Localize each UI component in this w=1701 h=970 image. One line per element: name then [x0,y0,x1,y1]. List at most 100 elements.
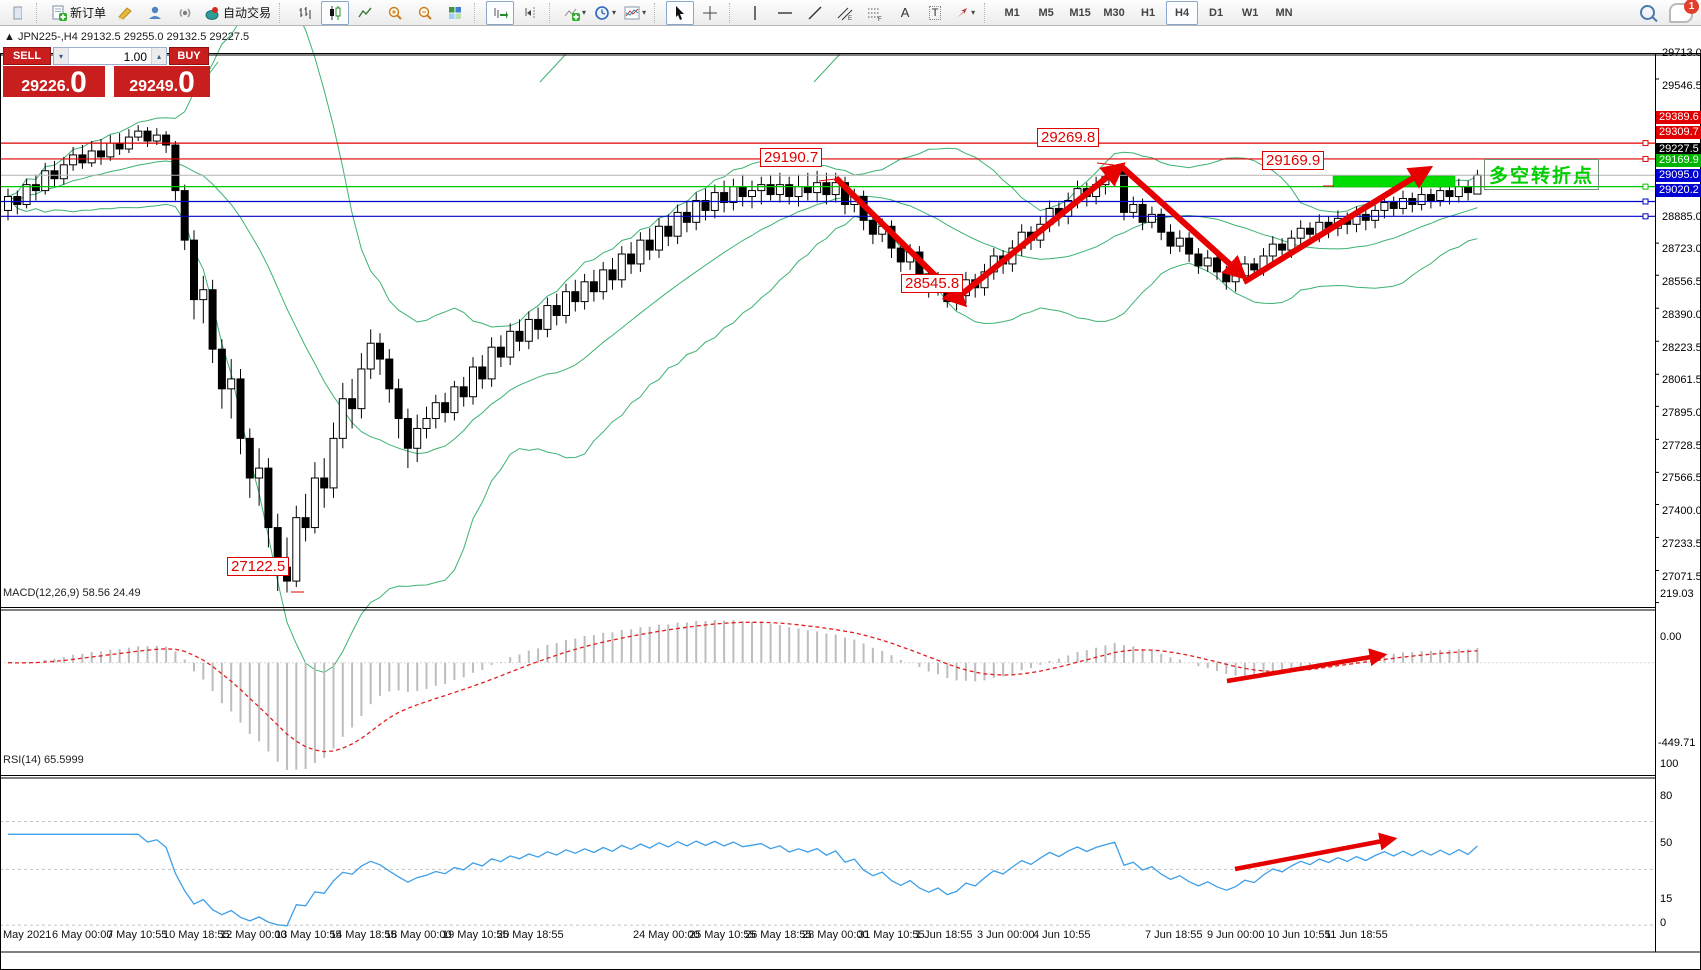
candle-body [349,399,356,409]
new-order-button[interactable]: 新订单 [48,1,109,25]
candle-body [302,518,309,528]
chat-icon[interactable]: 1 [1669,3,1693,23]
indicators-button[interactable]: ▾ [561,1,589,25]
periods-button[interactable]: ▾ [591,1,619,25]
community-button[interactable] [141,1,169,25]
trend-arrow [836,178,963,303]
candle-body [107,143,114,157]
volume-increase-button[interactable]: ▴ [151,48,166,64]
timeframe-button-m1[interactable]: M1 [996,1,1028,25]
candle-body [618,254,625,280]
signal-icon [177,5,193,21]
line-chart-button[interactable] [351,1,379,25]
candle-body [395,389,402,419]
sell-price[interactable]: 29226.0 [3,66,105,97]
candle-body [181,191,188,241]
crosshair-icon [702,5,718,21]
timeframe-button-h4[interactable]: H4 [1166,1,1198,25]
zoom-in-icon [387,5,403,21]
candle-body [311,478,318,528]
buy-price[interactable]: 29249.0 [114,66,210,97]
candle-body [14,197,21,205]
zoom-out-button[interactable] [411,1,439,25]
candle-body [330,438,337,488]
buy-button[interactable]: BUY [169,47,209,65]
text-tool-button[interactable]: A [891,1,919,25]
broadcast-button[interactable] [171,1,199,25]
bar-chart-button[interactable] [291,1,319,25]
one-click-trading-panel: SELL ▾ 1.00 ▴ BUY 29226.0 29249.0 [3,47,210,97]
candle-body [442,403,449,413]
candle-body [628,254,635,264]
candle-body [32,185,39,191]
toolbar-separator [654,3,662,23]
line-handle [1643,141,1648,146]
candle-body [497,347,504,357]
auto-trading-button[interactable]: 自动交易 [201,1,274,25]
notification-badge: 1 [1684,0,1699,14]
timeframe-button-mn[interactable]: MN [1268,1,1300,25]
cut-chart-icon[interactable] [3,1,31,25]
chart-canvas[interactable] [0,26,1701,970]
candle-body [1427,195,1434,201]
candle-body [470,367,477,397]
chart-shift-button[interactable] [516,1,544,25]
candle-body [321,478,328,488]
candle-body [897,248,904,262]
candle-body [60,165,67,179]
fibonacci-tool-button[interactable]: F [861,1,889,25]
bollinger-bands [8,26,1477,672]
horizontal-line-icon [777,5,793,21]
candle-body [460,387,467,397]
channel-tool-button[interactable]: E [831,1,859,25]
cursor-tool-button[interactable] [666,1,694,25]
candle-body [739,187,746,197]
chart-shift-icon [522,5,538,21]
chart-window [0,26,1701,944]
zoom-in-button[interactable] [381,1,409,25]
candle-body [553,306,560,316]
timeframe-button-m5[interactable]: M5 [1030,1,1062,25]
timeframe-button-w1[interactable]: W1 [1234,1,1266,25]
new-order-label: 新订单 [70,4,106,21]
timeframe-button-m15[interactable]: M15 [1064,1,1096,25]
candlestick-chart-button[interactable] [321,1,349,25]
candle-body [1390,202,1397,208]
horizontal-line-tool-button[interactable] [771,1,799,25]
candle-body [432,403,439,419]
volume-value[interactable]: 1.00 [69,48,151,64]
candle-body [1446,191,1453,197]
dropdown-arrow-icon: ▾ [612,8,616,17]
vertical-line-icon [747,5,763,21]
cursor-icon [672,5,688,21]
trendline-tool-button[interactable] [801,1,829,25]
candle-body [925,274,932,288]
sell-button[interactable]: SELL [3,47,51,65]
candle-body [609,270,616,280]
volume-decrease-button[interactable]: ▾ [54,48,69,64]
templates-button[interactable]: ▾ [621,1,649,25]
line-handle [1643,199,1648,204]
bar-chart-icon [297,5,313,21]
label-tool-button[interactable]: T [921,1,949,25]
timeframe-button-m30[interactable]: M30 [1098,1,1130,25]
candle-body [423,419,430,429]
timeframe-button-h1[interactable]: H1 [1132,1,1164,25]
timeframe-button-d1[interactable]: D1 [1200,1,1232,25]
auto-scroll-icon [492,5,508,21]
styler-button[interactable] [111,1,139,25]
crosshair-tool-button[interactable] [696,1,724,25]
support-highlight-bar[interactable] [1333,176,1455,187]
candle-body [1214,258,1221,272]
candle-body [516,331,523,341]
candle-body [1362,214,1369,220]
vertical-line-tool-button[interactable] [741,1,769,25]
auto-scroll-button[interactable] [486,1,514,25]
symbol-info-line: ▲ JPN225-,H4 29132.5 29255.0 29132.5 292… [4,31,249,43]
candle-body [1437,191,1444,201]
search-icon[interactable] [1640,5,1655,20]
candle-body [451,387,458,413]
candle-body [191,240,198,299]
tile-windows-button[interactable] [441,1,469,25]
arrows-tool-button[interactable]: ▾ [951,1,979,25]
